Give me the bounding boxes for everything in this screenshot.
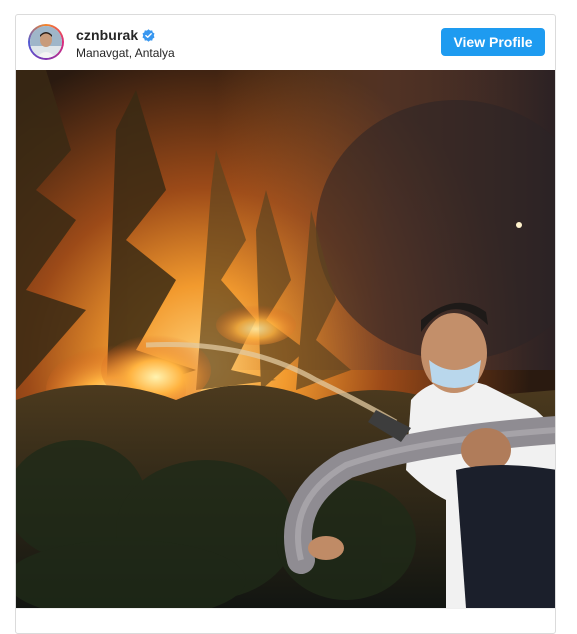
post-header: cznburak Manavgat, Antalya View Profile (16, 15, 555, 70)
view-profile-button[interactable]: View Profile (441, 28, 545, 56)
verified-badge-icon (142, 28, 155, 42)
avatar[interactable] (28, 24, 64, 60)
username-row: cznburak (76, 26, 175, 44)
location-link[interactable]: Manavgat, Antalya (76, 46, 175, 60)
instagram-embed-card: cznburak Manavgat, Antalya View Profile (15, 14, 556, 634)
post-footer (16, 608, 555, 633)
username[interactable]: cznburak (76, 27, 138, 43)
avatar-image (30, 26, 62, 58)
user-info: cznburak Manavgat, Antalya (76, 26, 175, 60)
post-photo[interactable] (16, 70, 555, 608)
